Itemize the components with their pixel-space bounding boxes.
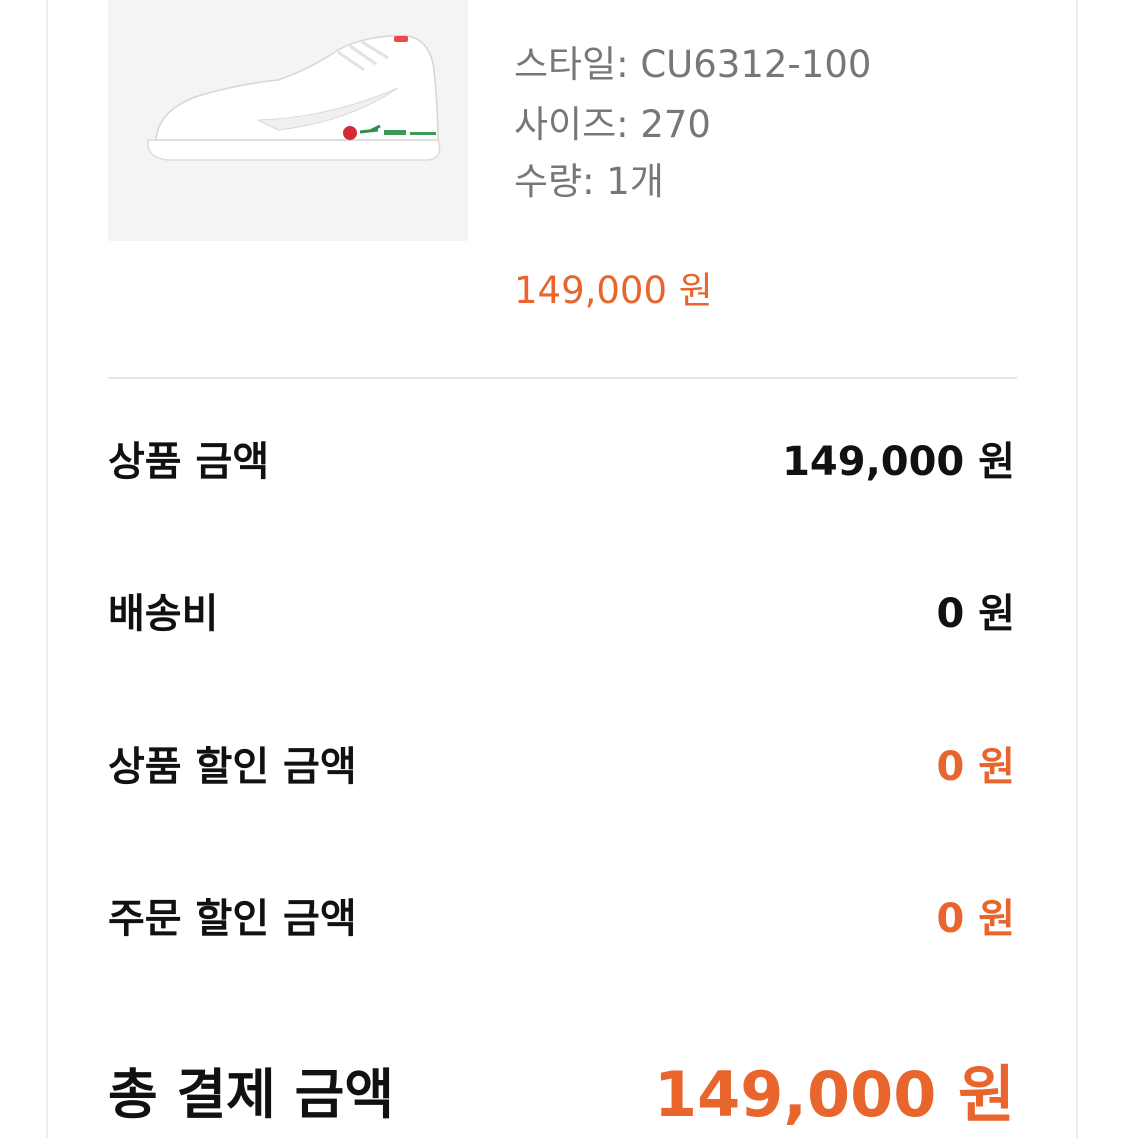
shipping-value: 0 원 xyxy=(936,591,1015,637)
product-image[interactable] xyxy=(108,0,468,241)
product-size: 사이즈: 270 xyxy=(514,103,711,146)
product-discount-label: 상품 할인 금액 xyxy=(108,744,357,790)
divider xyxy=(108,377,1017,379)
order-discount-value: 0 원 xyxy=(936,896,1015,942)
product-quantity: 수량: 1개 xyxy=(514,160,664,203)
total-value: 149,000 원 xyxy=(653,1058,1015,1131)
product-style: 스타일: CU6312-100 xyxy=(514,43,872,86)
order-discount-label: 주문 할인 금액 xyxy=(108,896,357,942)
total-label: 총 결제 금액 xyxy=(108,1063,394,1126)
subtotal-value: 149,000 원 xyxy=(782,439,1015,485)
sneaker-image xyxy=(108,0,468,241)
product-price: 149,000 원 xyxy=(514,269,713,312)
subtotal-label: 상품 금액 xyxy=(108,439,270,485)
shipping-label: 배송비 xyxy=(108,591,219,637)
product-discount-value: 0 원 xyxy=(936,744,1015,790)
